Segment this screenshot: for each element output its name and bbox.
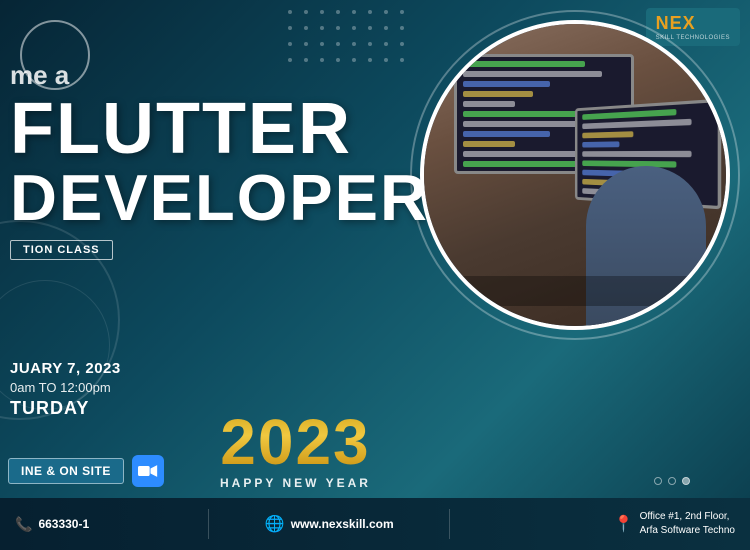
event-time: 0am TO 12:00pm: [10, 380, 121, 395]
event-info: JUARY 7, 2023 0am TO 12:00pm TURDAY: [10, 360, 121, 419]
location-icon: 📍: [614, 514, 634, 534]
year-number: 2023: [220, 410, 371, 474]
carousel-dots: [654, 477, 690, 485]
image-container: [420, 20, 730, 360]
mode-section: INE & ON SITE: [8, 455, 164, 487]
bottom-bar: 📞 663330-1 🌐 www.nexskill.com 📍 Office #…: [0, 498, 750, 550]
dot-3[interactable]: [682, 477, 690, 485]
new-year-tagline: HAPPY NEW YEAR: [220, 476, 371, 490]
class-badge: TION CLASS: [10, 240, 113, 260]
dot-2[interactable]: [668, 477, 676, 485]
divider-2: [449, 509, 450, 539]
dot-1[interactable]: [654, 477, 662, 485]
flutter-text: FLUTTER: [10, 93, 429, 165]
keyboard: [444, 276, 706, 306]
main-container: NEX SKILL TECHNOLOGIES me a FLUTTER DEVE…: [0, 0, 750, 550]
divider-1: [208, 509, 209, 539]
address-line2: Arfa Software Techno: [640, 525, 735, 536]
year-section: 2023 HAPPY NEW YEAR: [220, 410, 371, 490]
website-section: 🌐 www.nexskill.com: [219, 514, 439, 534]
coding-scene: [424, 24, 726, 326]
main-heading-section: me a FLUTTER DEVELOPER TION CLASS: [0, 60, 429, 260]
zoom-icon: [132, 455, 164, 487]
event-date: JUARY 7, 2023: [10, 360, 121, 377]
zoom-svg: [138, 464, 158, 478]
address-section: 📍 Office #1, 2nd Floor, Arfa Software Te…: [460, 510, 735, 538]
coding-image: [420, 20, 730, 330]
phone-section: 📞 663330-1: [15, 516, 198, 533]
become-text: me a: [10, 60, 429, 91]
address-line1: Office #1, 2nd Floor,: [640, 511, 730, 522]
phone-icon: 📞: [15, 516, 32, 533]
event-day: TURDAY: [10, 398, 121, 419]
mode-label: INE & ON SITE: [8, 458, 124, 484]
globe-icon: 🌐: [265, 514, 285, 534]
website-url: www.nexskill.com: [291, 517, 394, 531]
address-text: Office #1, 2nd Floor, Arfa Software Tech…: [640, 510, 735, 538]
phone-number: 663330-1: [38, 517, 89, 531]
developer-text: DEVELOPER: [10, 165, 429, 230]
